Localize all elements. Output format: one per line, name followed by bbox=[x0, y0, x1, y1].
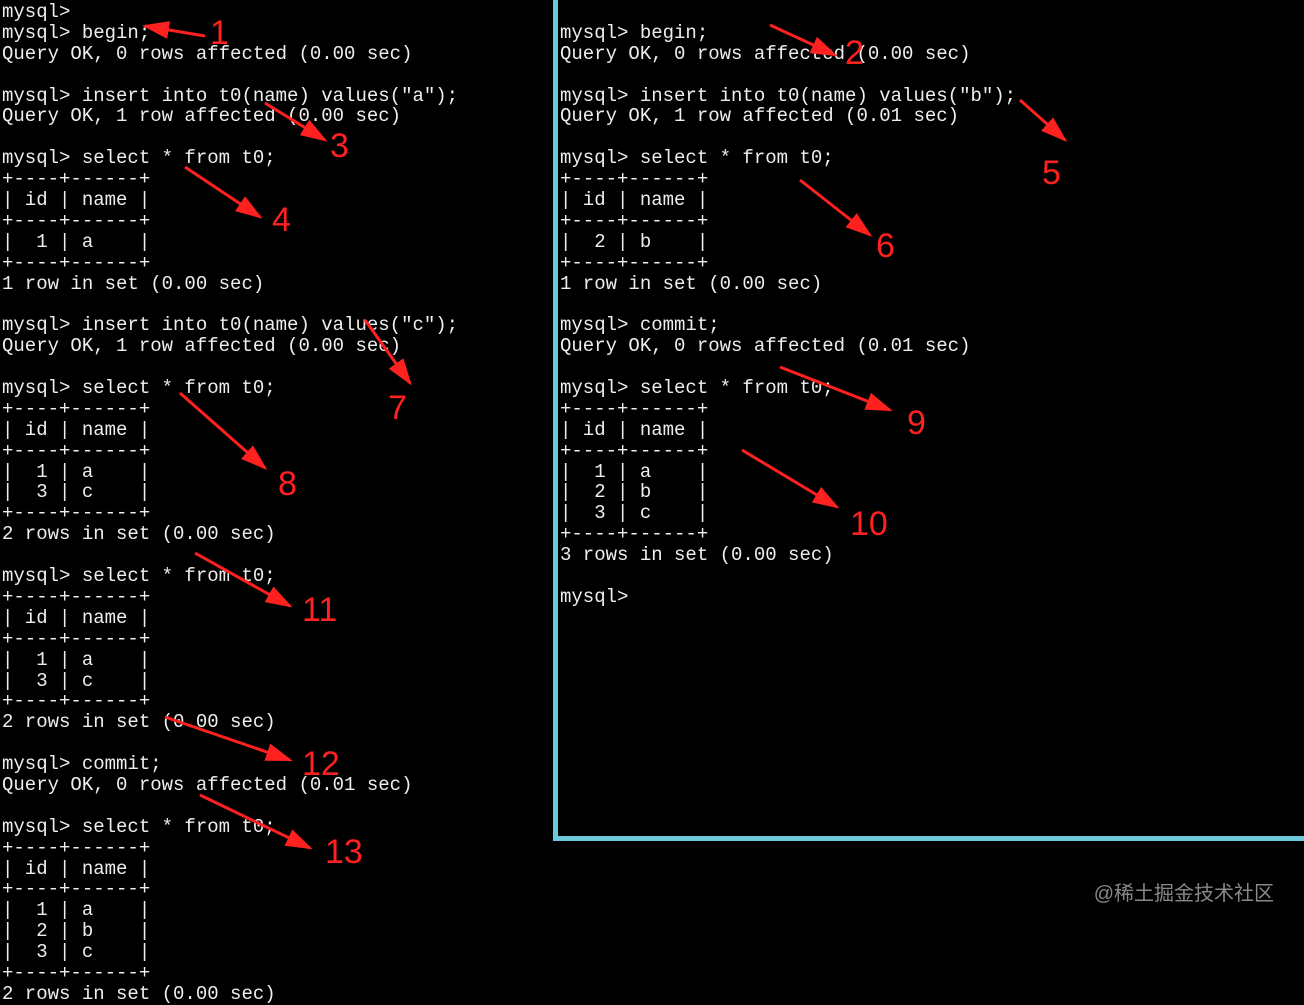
annotation-4: 4 bbox=[272, 202, 291, 239]
annotation-12: 12 bbox=[302, 746, 340, 783]
annotation-5: 5 bbox=[1042, 155, 1061, 192]
annotation-6: 6 bbox=[876, 228, 895, 265]
annotation-11: 11 bbox=[302, 592, 337, 629]
annotation-7: 7 bbox=[388, 390, 407, 427]
annotation-13: 13 bbox=[325, 834, 363, 871]
annotation-2: 2 bbox=[845, 35, 864, 72]
annotation-9: 9 bbox=[907, 405, 926, 442]
terminal-right[interactable]: mysql> begin; Query OK, 0 rows affected … bbox=[558, 0, 1304, 840]
annotation-3: 3 bbox=[330, 128, 349, 165]
annotation-8: 8 bbox=[278, 466, 297, 503]
annotation-10: 10 bbox=[850, 506, 888, 543]
right-panel-bottom-border bbox=[553, 836, 1304, 841]
terminal-left[interactable]: mysql> mysql> begin; Query OK, 0 rows af… bbox=[0, 0, 553, 935]
watermark-text: @稀土掘金技术社区 bbox=[1094, 883, 1274, 905]
annotation-1: 1 bbox=[210, 15, 229, 52]
